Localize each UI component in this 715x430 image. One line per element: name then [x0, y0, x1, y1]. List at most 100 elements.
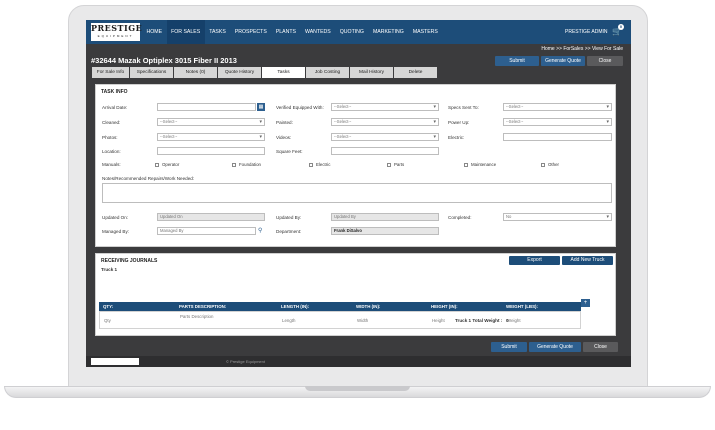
- location-label: Location:: [102, 149, 121, 154]
- receiving-heading: RECEIVING JOURNALS: [101, 258, 158, 264]
- specs-label: Specs Sent To:: [448, 105, 479, 110]
- checkbox-icon: [232, 162, 236, 167]
- verified-select[interactable]: --Select--: [331, 103, 439, 111]
- updated-by-field: Updated By: [331, 213, 439, 221]
- close-button[interactable]: Close: [587, 56, 623, 66]
- specs-select[interactable]: --Select--: [503, 103, 612, 111]
- task-info-heading: TASK INFO: [101, 89, 128, 95]
- checkbox-icon: [387, 162, 391, 167]
- nav-item-wanteds[interactable]: WANTEDS: [301, 20, 336, 44]
- laptop-notch: [305, 386, 410, 391]
- checkbox-label: Parts: [394, 162, 405, 167]
- notes-label: Notes/Recommended Repairs/Work Needed:: [102, 176, 195, 181]
- add-new-truck-button[interactable]: Add New Truck: [562, 256, 613, 265]
- truck-label: Truck 1: [101, 267, 118, 272]
- manual-other-checkbox[interactable]: Other: [541, 162, 559, 167]
- page-title: #32644 Mazak Optiplex 3015 Fiber II 2013: [91, 56, 237, 65]
- electric-label: Electric:: [448, 135, 465, 140]
- task-info-panel: TASK INFO Arrival Date: ▦ Verified Equip…: [95, 84, 616, 247]
- qty-input[interactable]: Qty: [104, 312, 111, 330]
- height-input[interactable]: Height: [432, 312, 445, 330]
- manual-parts-checkbox[interactable]: Parts: [387, 162, 404, 167]
- checkbox-icon: [155, 162, 159, 167]
- location-input[interactable]: [157, 147, 265, 155]
- total-weight-label: Truck 1 Total Weight :: [455, 318, 503, 323]
- footer-submit-button[interactable]: Submit: [491, 342, 527, 352]
- manuals-label: Manuals:: [102, 162, 121, 167]
- tab-job-costing[interactable]: Job Costing: [306, 67, 349, 78]
- verified-label: Verified Equipped With:: [276, 105, 324, 110]
- width-input[interactable]: Width: [357, 312, 368, 330]
- manual-maintenance-checkbox[interactable]: Maintenance: [464, 162, 496, 167]
- weight-input[interactable]: Weight: [507, 312, 521, 330]
- notes-textarea[interactable]: [102, 183, 612, 203]
- electric-input[interactable]: [503, 133, 612, 141]
- generate-quote-button[interactable]: Generate Quote: [541, 56, 585, 66]
- manual-foundation-checkbox[interactable]: Foundation: [232, 162, 261, 167]
- journal-table-header: QTY: PARTS DESCRIPTION: LENGTH (IN): WID…: [99, 302, 581, 311]
- completed-select[interactable]: No: [503, 213, 612, 221]
- videos-select[interactable]: --Select--: [331, 133, 439, 141]
- managed-by-input[interactable]: Managed By: [157, 227, 256, 235]
- power-up-select[interactable]: --Select--: [503, 118, 612, 126]
- checkbox-label: Electric: [316, 162, 331, 167]
- prestige-logo[interactable]: PRESTIGE EQUIPMENT: [91, 23, 142, 41]
- nav-item-for-sales[interactable]: FOR SALES: [166, 20, 205, 44]
- nav-item-marketing[interactable]: MARKETING: [368, 20, 408, 44]
- updated-by-label: Updated By:: [276, 215, 302, 220]
- admin-menu[interactable]: PRESTIGE ADMIN: [565, 20, 608, 44]
- checkbox-icon: [464, 162, 468, 167]
- logo-sub-text: EQUIPMENT: [97, 34, 134, 38]
- submit-button[interactable]: Submit: [495, 56, 539, 66]
- managed-by-label: Managed By:: [102, 229, 130, 234]
- nav-item-masters[interactable]: MASTERS: [408, 20, 442, 44]
- col-height: HEIGHT (IN):: [431, 304, 458, 309]
- nav-item-quoting[interactable]: QUOTING: [335, 20, 368, 44]
- updated-on-field: Updated On: [157, 213, 265, 221]
- nav-menu: HOME FOR SALES TASKS PROSPECTS PLANTS WA…: [142, 20, 442, 44]
- manual-operator-checkbox[interactable]: Operator: [155, 162, 179, 167]
- length-input[interactable]: Length: [282, 312, 295, 330]
- checkbox-icon: [309, 162, 313, 167]
- col-qty: QTY:: [103, 304, 114, 309]
- footer-bar: © Prestige Equipment: [86, 356, 631, 367]
- square-feet-input[interactable]: [331, 147, 439, 155]
- checkbox-label: Other: [548, 162, 559, 167]
- footer-close-button[interactable]: Close: [583, 342, 618, 352]
- cleaned-label: Cleaned:: [102, 120, 121, 125]
- square-feet-label: Square Feet:: [276, 149, 303, 154]
- tab-mail-history[interactable]: Mail History: [350, 67, 393, 78]
- footer-text: © Prestige Equipment: [226, 359, 265, 364]
- calendar-icon[interactable]: ▦: [257, 103, 265, 111]
- photos-select[interactable]: --Select--: [157, 133, 265, 141]
- cleaned-select[interactable]: --Select--: [157, 118, 265, 126]
- breadcrumb[interactable]: Home >> ForSales >> View For Sale: [541, 46, 623, 52]
- col-weight: WEIGHT (LBS):: [506, 304, 538, 309]
- add-row-plus-icon[interactable]: +: [581, 299, 590, 307]
- photos-label: Photos:: [102, 135, 118, 140]
- tab-notes[interactable]: Notes (0): [174, 67, 217, 78]
- footer-logo: [91, 358, 139, 365]
- export-button[interactable]: Export: [509, 256, 560, 265]
- footer-generate-quote-button[interactable]: Generate Quote: [529, 342, 581, 352]
- tab-specifications[interactable]: Specifications: [130, 67, 173, 78]
- col-parts-description: PARTS DESCRIPTION:: [179, 304, 227, 309]
- nav-item-plants[interactable]: PLANTS: [271, 20, 300, 44]
- manual-electric-checkbox[interactable]: Electric: [309, 162, 330, 167]
- nav-item-home[interactable]: HOME: [142, 20, 167, 44]
- checkbox-label: Foundation: [239, 162, 261, 167]
- nav-item-tasks[interactable]: TASKS: [205, 20, 231, 44]
- tab-delete[interactable]: Delete: [394, 67, 437, 78]
- total-weight-value: 0: [506, 318, 509, 323]
- arrival-date-input[interactable]: [157, 103, 256, 111]
- nav-item-prospects[interactable]: PROSPECTS: [230, 20, 271, 44]
- search-icon[interactable]: ⚲: [258, 227, 262, 234]
- tab-for-sale-info[interactable]: For Sale Info: [92, 67, 129, 78]
- tab-tasks[interactable]: Tasks: [262, 67, 305, 78]
- painted-select[interactable]: --Select--: [331, 118, 439, 126]
- parts-description-input[interactable]: Parts Description: [180, 312, 213, 330]
- videos-label: Videos:: [276, 135, 292, 140]
- tab-quote-history[interactable]: Quote History: [218, 67, 261, 78]
- col-length: LENGTH (IN):: [281, 304, 310, 309]
- power-up-label: Power Up:: [448, 120, 470, 125]
